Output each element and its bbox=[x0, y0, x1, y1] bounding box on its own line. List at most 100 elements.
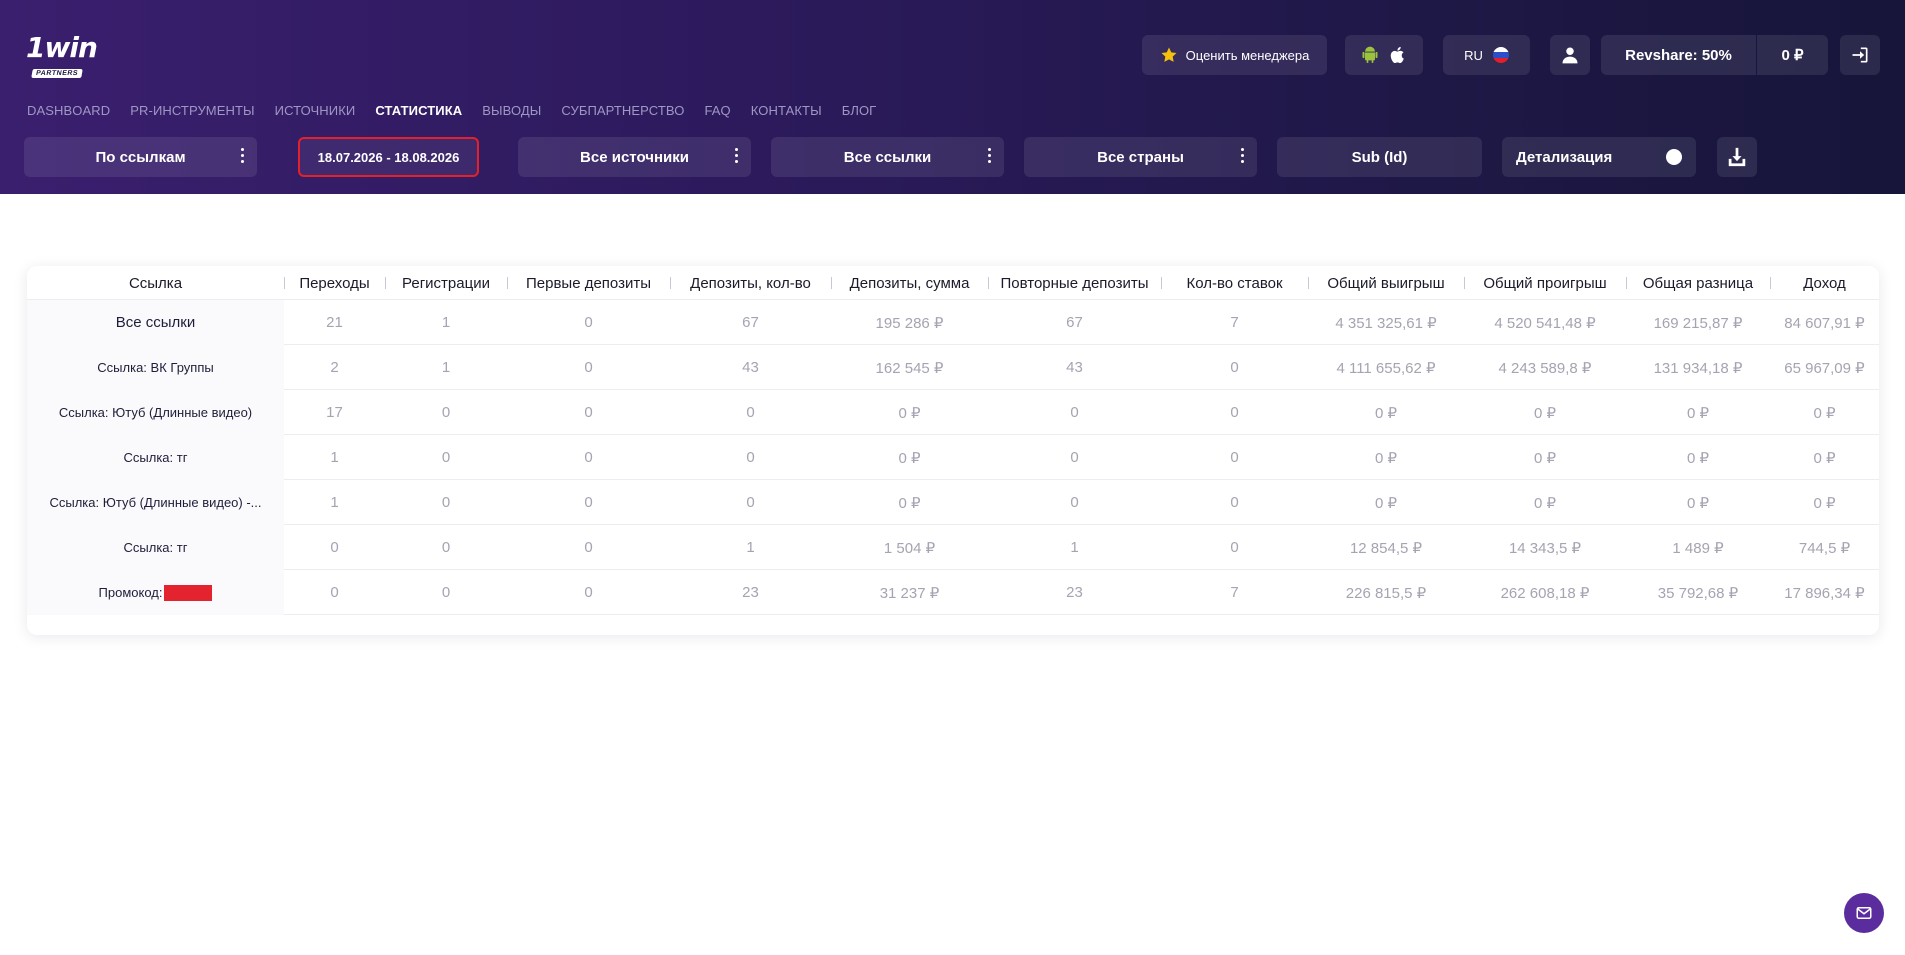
balance-badge[interactable]: 0 ₽ bbox=[1757, 35, 1828, 75]
android-icon[interactable] bbox=[1360, 44, 1380, 66]
cell-value: 0 ₽ bbox=[1686, 404, 1710, 422]
sub-id-button[interactable]: Sub (Id) bbox=[1277, 137, 1482, 177]
col-total-loss[interactable]: Общий проигрыш bbox=[1464, 266, 1626, 300]
nav-pr-tools[interactable]: PR-ИНСТРУМЕНТЫ bbox=[130, 103, 254, 118]
nav-faq[interactable]: FAQ bbox=[704, 103, 730, 118]
row-link-name: Ссылка: тг bbox=[27, 435, 284, 480]
table-cell: 0 bbox=[507, 480, 670, 525]
nav-dashboard[interactable]: DASHBOARD bbox=[27, 103, 110, 118]
group-by-label: По ссылкам bbox=[95, 148, 186, 166]
cell-value: Ссылка: ВК Группы bbox=[97, 360, 214, 375]
table-cell: 1 504 ₽ bbox=[831, 525, 988, 570]
toggle-knob[interactable] bbox=[1666, 149, 1682, 165]
table-cell: 31 237 ₽ bbox=[831, 570, 988, 615]
nav-withdrawals[interactable]: ВЫВОДЫ bbox=[482, 103, 541, 118]
col-income[interactable]: Доход bbox=[1770, 266, 1879, 300]
cell-value: 7 bbox=[1230, 584, 1239, 601]
cell-value: 1 bbox=[330, 449, 339, 466]
col-registrations[interactable]: Регистрации bbox=[385, 266, 507, 300]
profile-button[interactable] bbox=[1550, 35, 1590, 75]
col-link[interactable]: Ссылка bbox=[27, 266, 284, 300]
cell-value: 35 792,68 ₽ bbox=[1657, 584, 1739, 602]
table-cell: 12 854,5 ₽ bbox=[1308, 525, 1464, 570]
support-chat-button[interactable] bbox=[1844, 893, 1884, 933]
table-cell: 1 bbox=[385, 345, 507, 390]
cell-value: 131 934,18 ₽ bbox=[1653, 359, 1743, 377]
apple-icon[interactable] bbox=[1388, 44, 1408, 66]
table-cell: 2 bbox=[284, 345, 385, 390]
cell-value: 4 111 655,62 ₽ bbox=[1336, 359, 1436, 377]
col-first-deposits[interactable]: Первые депозиты bbox=[507, 266, 670, 300]
kebab-icon[interactable] bbox=[1241, 148, 1244, 163]
cell-value: 0 ₽ bbox=[1813, 494, 1836, 512]
table-cell: 17 896,34 ₽ bbox=[1770, 570, 1879, 615]
table-cell: 0 bbox=[1161, 345, 1308, 390]
nav-contacts[interactable]: КОНТАКТЫ bbox=[751, 103, 822, 118]
table-cell: 21 bbox=[284, 300, 385, 345]
table-cell: 0 ₽ bbox=[1464, 435, 1626, 480]
kebab-icon[interactable] bbox=[735, 148, 738, 163]
nav-blog[interactable]: БЛОГ bbox=[842, 103, 877, 118]
col-bets-count[interactable]: Кол-во ставок bbox=[1161, 266, 1308, 300]
cell-value: 0 bbox=[1230, 449, 1239, 466]
table-cell: 0 bbox=[507, 435, 670, 480]
kebab-icon[interactable] bbox=[241, 148, 244, 163]
table-cell: 162 545 ₽ bbox=[831, 345, 988, 390]
table-cell: 0 bbox=[1161, 435, 1308, 480]
cell-value: Ссылка: Ютуб (Длинные видео) bbox=[58, 405, 253, 420]
countries-select[interactable]: Все страны bbox=[1024, 137, 1257, 177]
cell-value: 0 ₽ bbox=[1374, 494, 1398, 512]
cell-value: 0 bbox=[1070, 449, 1079, 466]
table-row: Ссылка: Ютуб (Длинные видео) -... 1 0 0 0 0 ₽… bbox=[27, 480, 1879, 525]
nav-statistics[interactable]: СТАТИСТИКА bbox=[375, 103, 462, 118]
rate-manager-button[interactable]: Оценить менеджера bbox=[1142, 35, 1327, 75]
row-link-name: Ссылка: Ютуб (Длинные видео) bbox=[27, 390, 284, 435]
col-total-win[interactable]: Общий выигрыш bbox=[1308, 266, 1464, 300]
language-selector[interactable]: RU bbox=[1443, 35, 1530, 75]
sources-select[interactable]: Все источники bbox=[518, 137, 751, 177]
table-row: Все ссылки 21 1 0 67 195 286 ₽ 67 7 4 351 325,61… bbox=[27, 300, 1879, 345]
brand-logo[interactable]: 1win PARTNERS bbox=[26, 34, 98, 78]
col-repeat-deposits[interactable]: Повторные депозиты bbox=[988, 266, 1161, 300]
table-cell: 17 bbox=[284, 390, 385, 435]
cell-value: 1 bbox=[441, 359, 451, 376]
col-deposits-count[interactable]: Депозиты, кол-во bbox=[670, 266, 831, 300]
table-cell: 7 bbox=[1161, 300, 1308, 345]
table-cell: 0 bbox=[507, 390, 670, 435]
table-cell: 4 111 655,62 ₽ bbox=[1308, 345, 1464, 390]
cell-value: 4 351 325,61 ₽ bbox=[1335, 314, 1437, 332]
row-link-name: Все ссылки bbox=[27, 300, 284, 345]
col-total-diff[interactable]: Общая разница bbox=[1626, 266, 1770, 300]
cell-value: Ссылка: тг bbox=[123, 540, 188, 555]
date-range-picker[interactable]: 18.07.2026 - 18.08.2026 bbox=[298, 137, 479, 177]
cell-value: 0 bbox=[584, 494, 593, 511]
download-button[interactable] bbox=[1717, 137, 1757, 177]
group-by-select[interactable]: По ссылкам bbox=[24, 137, 257, 177]
table-cell: 0 ₽ bbox=[1626, 480, 1770, 525]
links-select[interactable]: Все ссылки bbox=[771, 137, 1004, 177]
table-row: Ссылка: тг 0 0 0 1 1 504 ₽ 1 0 12 854,5 ₽ 14 343,… bbox=[27, 525, 1879, 570]
detail-toggle[interactable]: Детализация bbox=[1502, 137, 1696, 177]
nav-subpartnership[interactable]: СУБПАРТНЕРСТВО bbox=[561, 103, 684, 118]
logout-button[interactable] bbox=[1840, 35, 1880, 75]
mobile-apps-button[interactable] bbox=[1345, 35, 1423, 75]
table-cell: 0 ₽ bbox=[831, 390, 988, 435]
cell-value: 67 bbox=[1066, 314, 1083, 331]
table-cell: 65 967,09 ₽ bbox=[1770, 345, 1879, 390]
cell-value: 0 bbox=[330, 584, 339, 601]
revshare-badge[interactable]: Revshare: 50% bbox=[1601, 35, 1756, 75]
table-cell: 0 bbox=[1161, 525, 1308, 570]
cell-value: 0 ₽ bbox=[1533, 449, 1557, 467]
cell-value: 0 bbox=[584, 404, 593, 421]
nav-sources[interactable]: ИСТОЧНИКИ bbox=[275, 103, 356, 118]
col-deposits-sum[interactable]: Депозиты, сумма bbox=[831, 266, 988, 300]
table-cell: 43 bbox=[670, 345, 831, 390]
col-clicks[interactable]: Переходы bbox=[284, 266, 385, 300]
table-cell: 23 bbox=[670, 570, 831, 615]
row-link-name: Ссылка: тг bbox=[27, 525, 284, 570]
table-cell: 1 bbox=[284, 480, 385, 525]
cell-value: 0 bbox=[441, 539, 451, 556]
kebab-icon[interactable] bbox=[988, 148, 991, 163]
cell-value: 169 215,87 ₽ bbox=[1653, 314, 1743, 332]
cell-value: 1 504 ₽ bbox=[883, 539, 936, 557]
